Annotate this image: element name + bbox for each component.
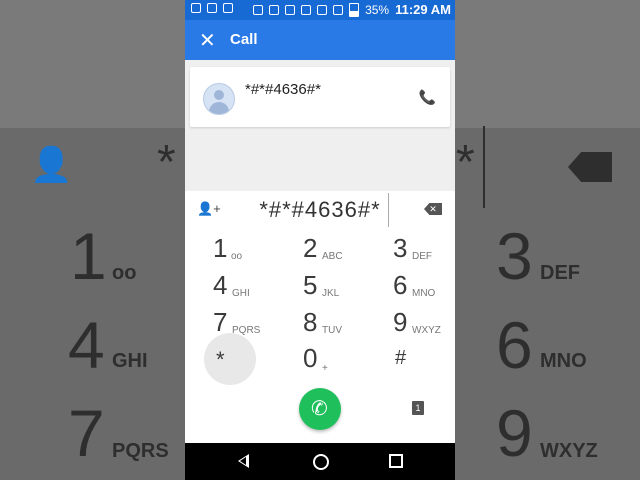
nav-home-icon[interactable] [313,454,329,470]
keypad: 1 oo 2 ABC 3 DEF 4 GHI 5 JKL 6 MNO 7 PQR… [185,229,455,443]
key-digit: * [216,347,225,372]
avatar-head [214,90,224,100]
bg-add-contact-icon: 👤 [30,146,73,184]
navigation-bar [185,443,455,480]
suggestion-area: *#*#4636#* 📞 [185,60,455,191]
key-6[interactable]: 6 MNO [393,270,453,304]
bg-cursor [483,126,485,208]
app-bar: ✕ Call [185,20,455,60]
key-letters: PQRS [232,325,261,336]
key-digit: 5 [303,270,318,300]
key-star[interactable]: * [216,347,276,381]
backspace-icon[interactable]: ✕ [424,203,442,215]
suggestion-number: *#*#4636#* [245,81,321,98]
key-digit: 6 [393,270,408,300]
voicemail-icon: oo [231,251,243,262]
key-5[interactable]: 5 JKL [303,270,363,304]
key-1[interactable]: 1 oo [213,233,273,267]
bg-key-3-sub: DEF [540,262,580,284]
key-letters: WXYZ [412,325,441,336]
bg-key-4: 4 [68,308,105,382]
key-letters: MNO [412,288,436,299]
bg-key-6-sub: MNO [540,350,587,372]
key-letters: GHI [232,288,250,299]
key-8[interactable]: 8 TUV [303,307,363,341]
vibrate-icon [285,4,296,15]
bg-entry-right: * [456,136,475,189]
sim-select-icon[interactable]: 1 [412,401,424,415]
suggestion-card[interactable]: *#*#4636#* 📞 [190,67,450,127]
missed-call-icon [223,3,233,13]
phone-icon[interactable]: 📞 [419,89,436,106]
avatar [203,83,235,115]
status-right-icons: 35% 11:29 AM [253,2,451,17]
bluetooth-icon [269,4,280,15]
key-7[interactable]: 7 PQRS [213,307,273,341]
dial-input[interactable]: *#*#4636#* [245,197,395,223]
dial-entry: 👤+ *#*#4636#* ✕ [185,191,455,229]
status-bar: 35% 11:29 AM [185,0,455,20]
signal-icon [333,4,344,15]
key-2[interactable]: 2 ABC [303,233,363,267]
key-digit: # [395,347,407,369]
key-digit: 1 [213,233,228,263]
alarm-icon [301,4,312,15]
key-4[interactable]: 4 GHI [213,270,273,304]
close-icon[interactable]: ✕ [199,28,216,53]
phone-icon: ✆ [311,398,328,420]
key-0[interactable]: 0 + [303,343,363,377]
key-digit: 2 [303,233,318,263]
battery-icon [349,2,360,17]
wifi-icon [317,4,328,15]
bg-key-7: 7 [68,396,105,470]
key-digit: 0 [303,343,318,373]
bg-key-1-sub: oo [112,262,137,284]
key-digit: 8 [303,307,318,337]
key-hash[interactable]: # [395,347,455,381]
key-digit: 3 [393,233,408,263]
battery-percent: 35% [365,2,390,17]
bg-key-9-sub: WXYZ [540,440,598,462]
add-contact-icon[interactable]: 👤+ [197,201,221,217]
key-3[interactable]: 3 DEF [393,233,453,267]
page-title: Call [230,31,258,48]
video-icon [191,3,201,13]
status-left-icons [191,3,233,13]
bg-backspace-icon [568,152,612,182]
bg-entry-left: * [157,136,176,189]
text-cursor [388,193,389,227]
bg-key-6: 6 [496,308,533,382]
phone-screen: 35% 11:29 AM ✕ Call *#*#4636#* 📞 👤+ *#*#… [185,0,455,480]
bg-key-9: 9 [496,396,533,470]
bg-key-3: 3 [496,219,533,293]
nav-recents-icon[interactable] [389,454,403,468]
clock: 11:29 AM [395,2,451,17]
key-digit: 9 [393,307,408,337]
key-9[interactable]: 9 WXYZ [393,307,453,341]
cast-icon [253,4,264,15]
key-letters: DEF [412,251,432,262]
bg-key-4-sub: GHI [112,350,148,372]
key-letters: JKL [322,288,340,299]
nav-back-icon[interactable] [238,454,249,468]
key-digit: 7 [213,307,228,337]
key-letters: ABC [322,251,343,262]
key-plus: + [322,363,328,374]
bg-key-1: 1 [70,219,107,293]
dial-button[interactable]: ✆ [299,388,341,430]
bg-key-7-sub: PQRS [112,440,169,462]
avatar-body [209,102,229,114]
lock-icon [207,3,217,13]
key-letters: TUV [322,325,342,336]
key-digit: 4 [213,270,228,300]
